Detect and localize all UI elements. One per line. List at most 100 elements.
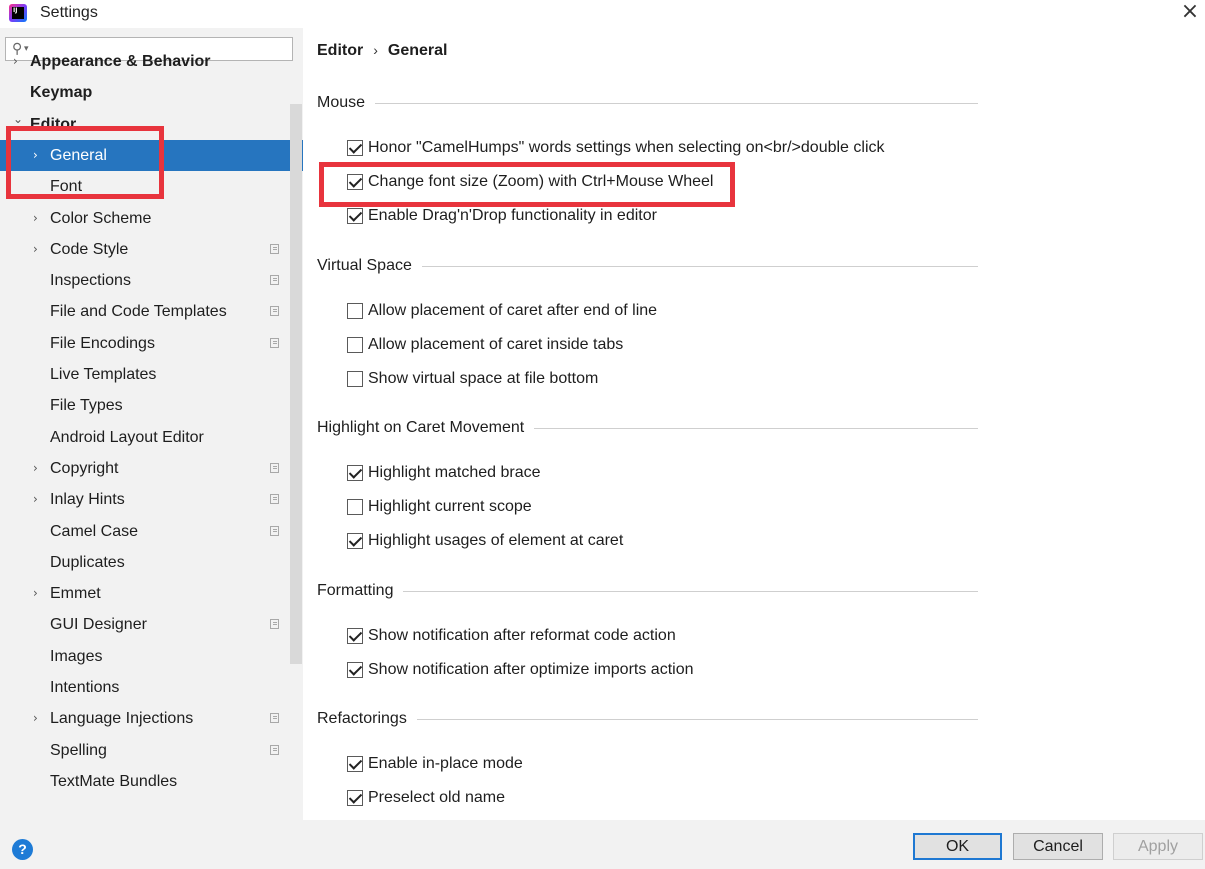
sidebar-item[interactable]: Spelling — [0, 735, 303, 766]
sidebar-item-label: File Types — [50, 397, 123, 415]
sidebar-item[interactable]: Images — [0, 641, 303, 672]
sidebar-item[interactable]: Duplicates — [0, 547, 303, 578]
section-divider — [403, 591, 978, 592]
sidebar-item[interactable]: Keymap — [0, 77, 303, 108]
sidebar-item[interactable]: Android Layout Editor — [0, 422, 303, 453]
section-title: Formatting — [317, 582, 394, 599]
project-scope-icon — [270, 619, 279, 630]
section-divider — [534, 428, 978, 429]
apply-button[interactable]: Apply — [1113, 833, 1203, 860]
checkbox-checked-icon[interactable] — [347, 790, 363, 806]
sidebar-item-label: GUI Designer — [50, 616, 147, 634]
sidebar-item[interactable]: › Color Scheme — [0, 203, 303, 234]
sidebar-item-label: Android Layout Editor — [50, 428, 204, 446]
checkbox-checked-icon[interactable] — [347, 208, 363, 224]
highlight-box-editor-general — [6, 126, 164, 199]
checkbox-unchecked-icon[interactable] — [347, 337, 363, 353]
section-title: Virtual Space — [317, 257, 412, 274]
cancel-button[interactable]: Cancel — [1013, 833, 1103, 860]
sidebar-item[interactable]: › Emmet — [0, 578, 303, 609]
highlight-box-zoom-option — [319, 162, 735, 207]
option-label: Enable Drag'n'Drop functionality in edit… — [368, 207, 657, 224]
sidebar-item-label: Spelling — [50, 741, 107, 759]
breadcrumb-general: General — [387, 42, 448, 59]
section-title: Mouse — [317, 94, 366, 111]
chevron-right-icon[interactable]: › — [33, 578, 38, 609]
checkbox-unchecked-icon[interactable] — [347, 499, 363, 515]
option-label: Show notification after optimize imports… — [368, 661, 694, 678]
project-scope-icon — [270, 306, 279, 317]
chevron-right-icon[interactable]: › — [33, 484, 38, 515]
sidebar-item[interactable]: Intentions — [0, 672, 303, 703]
sidebar-item[interactable]: File Encodings — [0, 328, 303, 359]
sidebar-item-label: Language Injections — [50, 710, 194, 728]
sidebar-item[interactable]: › Copyright — [0, 453, 303, 484]
breadcrumb-separator-icon: › — [373, 42, 378, 58]
sidebar-item-label: Live Templates — [50, 366, 157, 383]
checkbox-checked-icon[interactable] — [347, 140, 363, 156]
sidebar-item[interactable]: › Appearance & Behavior — [0, 46, 303, 77]
sidebar-item[interactable]: › Language Injections — [0, 703, 303, 734]
checkbox-unchecked-icon[interactable] — [347, 303, 363, 319]
close-icon[interactable]: × — [1176, 1, 1204, 25]
project-scope-icon — [270, 744, 279, 755]
chevron-right-icon[interactable]: › — [33, 453, 38, 484]
project-scope-icon — [270, 713, 279, 724]
option-label: Show virtual space at file bottom — [368, 370, 599, 387]
sidebar-item[interactable]: › Inlay Hints — [0, 484, 303, 515]
option-label: Highlight current scope — [368, 498, 532, 515]
title-bar: IJ Settings × — [0, 0, 1205, 28]
section-divider — [417, 719, 978, 720]
option-label: Highlight matched brace — [368, 464, 541, 481]
chevron-right-icon[interactable]: › — [33, 203, 38, 234]
sidebar-item-label: Inlay Hints — [50, 491, 125, 509]
ok-button[interactable]: OK — [913, 833, 1002, 860]
chevron-right-icon[interactable]: › — [13, 46, 18, 77]
sidebar-item-label: Images — [50, 647, 103, 665]
sidebar-item-label: Emmet — [50, 585, 101, 603]
checkbox-checked-icon[interactable] — [347, 628, 363, 644]
sidebar-item[interactable]: File and Code Templates — [0, 296, 303, 327]
checkbox-unchecked-icon[interactable] — [347, 371, 363, 387]
project-scope-icon — [270, 525, 279, 536]
section-divider — [422, 266, 978, 267]
sidebar-item-label: Appearance & Behavior — [30, 53, 211, 70]
sidebar-item[interactable]: File Types — [0, 390, 303, 421]
sidebar-item-label: Code Style — [50, 240, 129, 258]
option-label: Highlight usages of element at caret — [368, 532, 624, 549]
option-label: Allow placement of caret after end of li… — [368, 302, 658, 319]
sidebar-item[interactable]: Inspections — [0, 265, 303, 296]
option-label: Preselect old name — [368, 789, 505, 806]
window-title: Settings — [40, 4, 98, 21]
sidebar-item[interactable]: › Code Style — [0, 234, 303, 265]
sidebar-item[interactable]: Live Templates — [0, 359, 303, 390]
checkbox-checked-icon[interactable] — [347, 662, 363, 678]
project-scope-icon — [270, 243, 279, 254]
checkbox-checked-icon[interactable] — [347, 533, 363, 549]
option-label: Enable in-place mode — [368, 755, 523, 772]
sidebar-item-label: Inspections — [50, 272, 131, 290]
project-scope-icon — [270, 462, 279, 473]
breadcrumb: Editor › General — [317, 42, 447, 60]
sidebar-item-label: Intentions — [50, 679, 120, 696]
sidebar-scrollbar[interactable] — [290, 104, 302, 664]
sidebar-item[interactable]: Camel Case — [0, 516, 303, 547]
checkbox-checked-icon[interactable] — [347, 756, 363, 772]
sidebar-item-label: File and Code Templates — [50, 303, 227, 321]
help-icon[interactable]: ? — [12, 839, 33, 860]
sidebar-item-label: TextMate Bundles — [50, 772, 178, 790]
breadcrumb-editor[interactable]: Editor — [317, 42, 363, 59]
chevron-right-icon[interactable]: › — [33, 703, 38, 734]
project-scope-icon — [270, 494, 279, 505]
dialog-footer: ? OK Cancel Apply — [0, 820, 1205, 869]
checkbox-checked-icon[interactable] — [347, 465, 363, 481]
sidebar-item-label: Duplicates — [50, 553, 125, 571]
sidebar-item-label: Color Scheme — [50, 209, 152, 227]
sidebar-item[interactable]: TextMate Bundles — [0, 766, 303, 797]
chevron-right-icon[interactable]: › — [33, 234, 38, 265]
sidebar-item-label: Copyright — [50, 459, 119, 477]
option-label: Honor "CamelHumps" words settings when s… — [368, 139, 885, 156]
sidebar-item-label: Camel Case — [50, 522, 139, 540]
section-title: Highlight on Caret Movement — [317, 419, 525, 436]
sidebar-item[interactable]: GUI Designer — [0, 609, 303, 640]
